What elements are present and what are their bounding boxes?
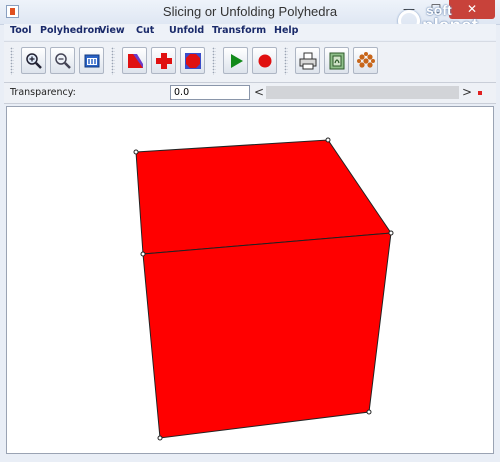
menu-help[interactable]: Help xyxy=(274,25,298,36)
polygon-icon xyxy=(185,53,201,69)
status-indicator xyxy=(478,91,482,95)
net-pattern-button[interactable] xyxy=(353,47,378,74)
cube-face-front[interactable] xyxy=(142,232,392,439)
slice-button[interactable] xyxy=(122,47,147,74)
zoom-in-button[interactable] xyxy=(21,47,46,74)
toolbar-grip[interactable] xyxy=(212,47,216,75)
export-image-button[interactable] xyxy=(324,47,349,74)
transparency-label: Transparency: xyxy=(10,87,76,98)
print-button[interactable] xyxy=(295,47,320,74)
transparency-row: Transparency: < > xyxy=(4,83,496,104)
cube-vertex[interactable] xyxy=(366,409,372,415)
transparency-scrollbar[interactable] xyxy=(266,86,459,99)
menu-view[interactable]: View xyxy=(99,25,125,36)
maximize-button[interactable]: ☐ xyxy=(423,0,449,19)
stop-button[interactable] xyxy=(252,47,277,74)
polyhedron-canvas[interactable] xyxy=(6,106,494,454)
print-icon xyxy=(299,52,317,70)
toolbar-grip[interactable] xyxy=(284,47,288,75)
cross-unfold-icon xyxy=(156,53,172,69)
cross-unfold-button[interactable] xyxy=(151,47,176,74)
zoom-out-button[interactable] xyxy=(50,47,75,74)
export-image-icon xyxy=(329,52,345,70)
stop-icon xyxy=(258,54,272,68)
toolbar-grip[interactable] xyxy=(111,47,115,75)
menu-unfold[interactable]: Unfold xyxy=(169,25,204,36)
fit-view-button[interactable] xyxy=(79,47,104,74)
cube-vertex[interactable] xyxy=(388,230,394,236)
scroll-left-button[interactable]: < xyxy=(253,85,265,100)
play-button[interactable] xyxy=(223,47,248,74)
cube-vertex[interactable] xyxy=(325,137,331,143)
transparency-input[interactable] xyxy=(170,85,250,100)
title-bar: Slicing or Unfolding Polyhedra — ☐ ✕ xyxy=(0,0,500,25)
polygon-button[interactable] xyxy=(180,47,205,74)
cube-vertex[interactable] xyxy=(133,149,139,155)
minimize-button[interactable]: — xyxy=(395,0,423,19)
scroll-right-button[interactable]: > xyxy=(461,85,473,100)
toolbar-grip[interactable] xyxy=(10,47,14,75)
slice-icon xyxy=(128,54,143,68)
zoom-in-icon xyxy=(26,53,42,69)
zoom-out-icon xyxy=(55,53,71,69)
close-button[interactable]: ✕ xyxy=(449,0,495,19)
menu-bar: Tool Polyhedron View Cut Unfold Transfor… xyxy=(4,24,496,40)
menu-cut[interactable]: Cut xyxy=(136,25,154,36)
menu-tool[interactable]: Tool xyxy=(10,25,32,36)
fit-view-icon xyxy=(84,54,100,68)
cube-vertex[interactable] xyxy=(140,251,146,257)
cube-model[interactable] xyxy=(7,107,493,453)
net-pattern-icon xyxy=(357,52,375,68)
menu-polyhedron[interactable]: Polyhedron xyxy=(40,25,101,36)
cube-vertex[interactable] xyxy=(157,435,163,441)
toolbar xyxy=(4,41,496,83)
menu-transform[interactable]: Transform xyxy=(212,25,266,36)
play-icon xyxy=(231,54,243,68)
